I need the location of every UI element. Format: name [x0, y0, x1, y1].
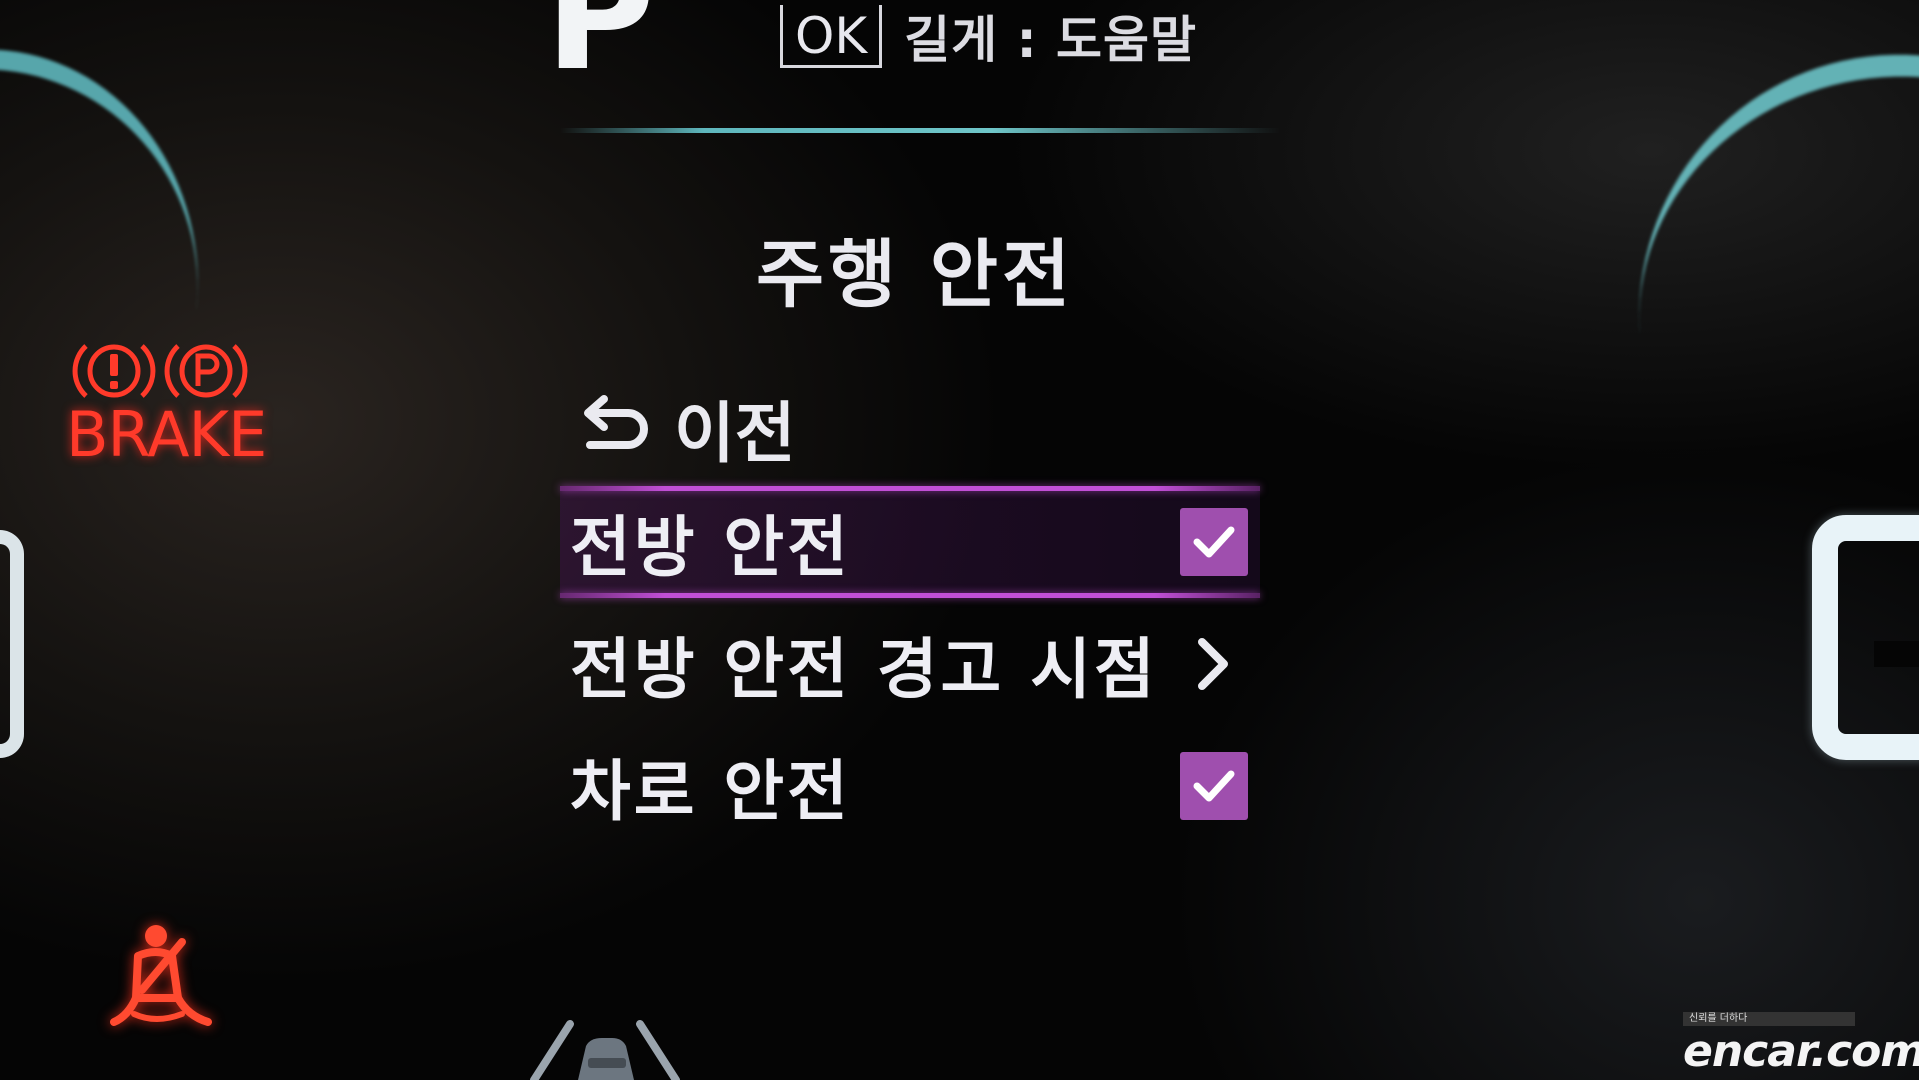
instrument-cluster-display: P OK 길게 : 도움말 주행 안전 이전 전방 안전 전방 안전 경고 시점 — [0, 0, 1919, 1080]
checkmark-icon — [1193, 770, 1235, 802]
gear-indicator: P — [545, 0, 655, 104]
help-hint-text: 길게 : 도움말 — [904, 11, 1197, 69]
menu-item-label: 전방 안전 경고 시점 — [570, 631, 1158, 708]
menu-item-forward-safety[interactable]: 전방 안전 — [560, 486, 1260, 598]
parking-brake-icon — [164, 344, 248, 398]
back-label: 이전 — [674, 395, 796, 472]
checkmark-icon — [1193, 526, 1235, 558]
exclamation-circle-icon — [72, 344, 156, 398]
menu-item-label: 전방 안전 — [570, 509, 851, 586]
header-divider — [560, 128, 1280, 133]
left-gauge-digit — [0, 530, 24, 758]
brake-warning-light: BRAKE — [66, 338, 267, 471]
car-lane-icon — [530, 1010, 680, 1080]
menu-item-label: 차로 안전 — [570, 753, 851, 830]
menu-title: 주행 안전 — [755, 232, 1075, 318]
chevron-right-icon — [1188, 630, 1238, 698]
back-menu-item[interactable]: 이전 — [580, 380, 795, 476]
speed-digit — [1812, 515, 1919, 760]
forward-safety-checkbox[interactable] — [1180, 508, 1248, 576]
ok-key-label: OK — [780, 4, 883, 68]
seatbelt-warning-icon — [108, 920, 218, 1044]
watermark-tagline: 신뢰를 더하다 — [1683, 1012, 1855, 1026]
menu-item-lane-safety[interactable]: 차로 안전 — [560, 730, 1260, 842]
help-hint: OK 길게 : 도움말 — [780, 0, 1197, 72]
lane-safety-checkbox[interactable] — [1180, 752, 1248, 820]
watermark-brand: encar.com — [1683, 1026, 1919, 1077]
brake-label: BRAKE — [66, 398, 267, 471]
menu-item-forward-warning-timing[interactable]: 전방 안전 경고 시점 — [560, 608, 1260, 720]
encar-watermark: 신뢰를 더하다 encar.com — [1683, 1012, 1919, 1080]
back-arrow-icon — [580, 390, 652, 467]
